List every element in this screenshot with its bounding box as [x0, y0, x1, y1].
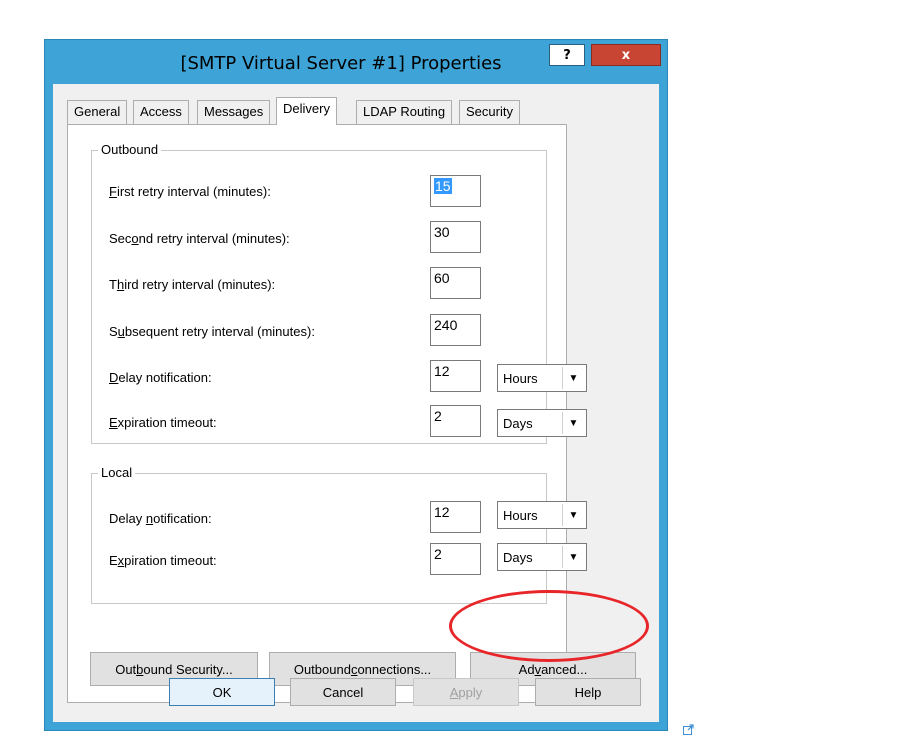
outbound-expiration-timeout-label: Expiration timeout: — [109, 415, 217, 430]
local-delay-unit-select[interactable]: Hours ▼ — [497, 501, 587, 529]
local-group: Local Delay notification: 12 Hours ▼ Exp… — [91, 465, 587, 604]
local-delay-unit-value: Hours — [503, 508, 538, 523]
help-button[interactable]: Help — [535, 678, 641, 706]
local-group-label: Local — [98, 465, 136, 480]
cancel-button[interactable]: Cancel — [290, 678, 396, 706]
third-retry-input[interactable]: 60 — [430, 267, 481, 299]
first-retry-label: First retry interval (minutes): — [109, 184, 271, 199]
ok-button[interactable]: OK — [169, 678, 275, 706]
title-bar[interactable]: [SMTP Virtual Server #1] Properties ? x — [45, 40, 667, 84]
delivery-tab-panel: Outbound First retry interval (minutes):… — [67, 124, 636, 703]
local-expiration-unit-select[interactable]: Days ▼ — [497, 543, 587, 571]
local-delay-notification-input[interactable]: 12 — [430, 501, 481, 533]
chevron-down-icon[interactable]: ▼ — [562, 367, 584, 389]
tab-general[interactable]: General — [67, 100, 128, 124]
second-retry-input[interactable]: 30 — [430, 221, 481, 253]
third-retry-label: Third retry interval (minutes): — [109, 277, 276, 292]
local-delay-notification-label: Delay notification: — [109, 511, 212, 526]
local-expiration-timeout-input[interactable]: 2 — [430, 543, 481, 575]
chevron-down-icon[interactable]: ▼ — [562, 504, 584, 526]
first-retry-input[interactable]: 15 — [430, 175, 481, 207]
outbound-group: Outbound First retry interval (minutes):… — [91, 142, 587, 444]
tab-ldap-routing[interactable]: LDAP Routing — [356, 100, 453, 124]
outbound-delay-notification-label: Delay notification: — [109, 370, 212, 385]
help-titlebar-button[interactable]: ? — [549, 44, 585, 66]
outbound-expiration-unit-select[interactable]: Days ▼ — [497, 409, 587, 437]
tab-security[interactable]: Security — [459, 100, 520, 124]
local-expiration-timeout-label: Expiration timeout: — [109, 553, 217, 568]
outbound-delay-unit-select[interactable]: Hours ▼ — [497, 364, 587, 392]
tab-delivery[interactable]: Delivery — [276, 97, 337, 125]
apply-button[interactable]: Apply — [413, 678, 519, 706]
local-expiration-unit-value: Days — [503, 550, 533, 565]
tab-access[interactable]: Access — [133, 100, 189, 124]
close-button[interactable]: x — [591, 44, 661, 66]
second-retry-label: Second retry interval (minutes): — [109, 231, 290, 246]
outbound-delay-notification-input[interactable]: 12 — [430, 360, 481, 392]
outbound-expiration-timeout-input[interactable]: 2 — [430, 405, 481, 437]
subsequent-retry-label: Subsequent retry interval (minutes): — [109, 324, 315, 339]
subsequent-retry-input[interactable]: 240 — [430, 314, 481, 346]
dialog-client-area: General Access Messages Delivery LDAP Ro… — [53, 84, 659, 722]
outbound-delay-unit-value: Hours — [503, 371, 538, 386]
chevron-down-icon[interactable]: ▼ — [562, 546, 584, 568]
outbound-group-label: Outbound — [98, 142, 162, 157]
properties-dialog: [SMTP Virtual Server #1] Properties ? x … — [44, 39, 668, 731]
external-link-icon[interactable] — [683, 724, 694, 735]
tab-messages[interactable]: Messages — [197, 100, 271, 124]
outbound-expiration-unit-value: Days — [503, 416, 533, 431]
chevron-down-icon[interactable]: ▼ — [562, 412, 584, 434]
